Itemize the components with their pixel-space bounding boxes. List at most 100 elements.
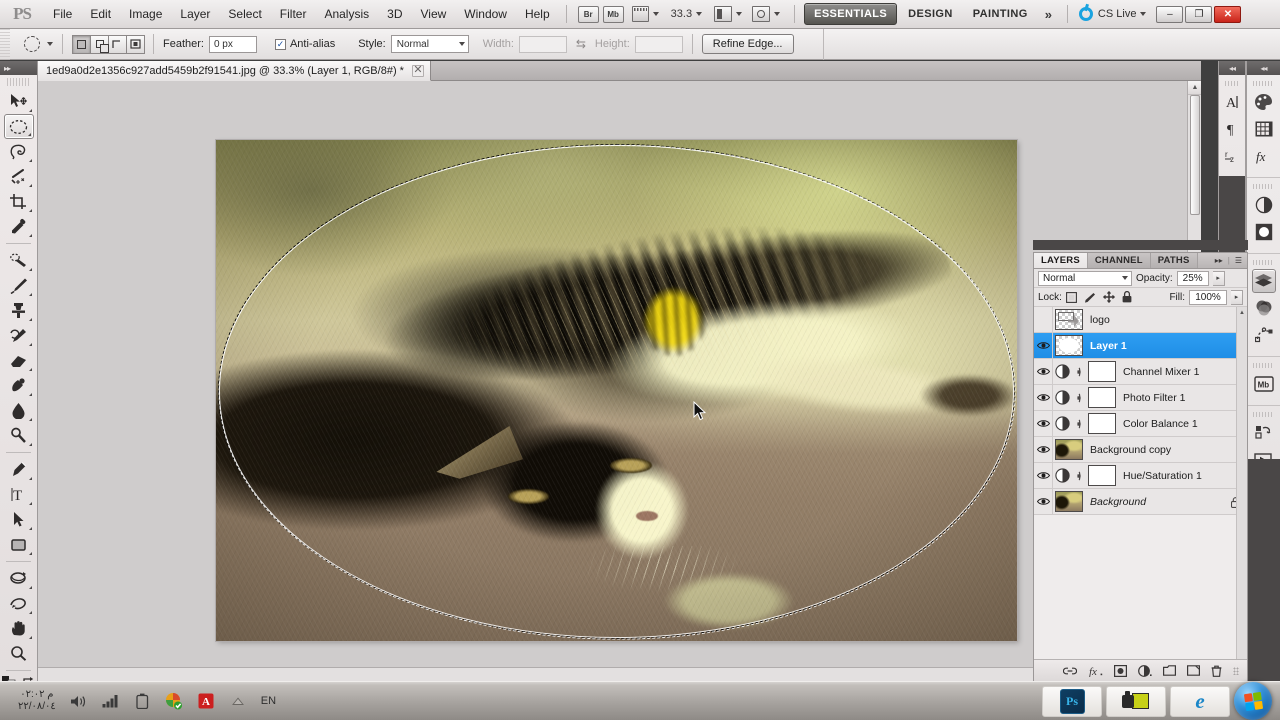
swap-width-height-icon[interactable]: ⇆ bbox=[573, 36, 589, 52]
menu-window[interactable]: Window bbox=[455, 0, 516, 28]
type-dock-collapse-button[interactable]: ◂◂ bbox=[1219, 61, 1245, 75]
link-mask-icon-hue-saturation-1[interactable] bbox=[1072, 463, 1086, 489]
tab-paths[interactable]: PATHS bbox=[1150, 253, 1198, 268]
adjustment-thumbnail-channel-mixer-1[interactable] bbox=[1053, 359, 1072, 385]
workspace-tab-design[interactable]: DESIGN bbox=[899, 4, 962, 24]
layers-group-grip[interactable] bbox=[1253, 260, 1274, 265]
layer-list[interactable]: logo Layer 1 Channel Mixer 1 Photo Filte… bbox=[1034, 307, 1247, 659]
tab-channels[interactable]: CHANNEL bbox=[1087, 253, 1151, 268]
opacity-stepper[interactable]: ▸ bbox=[1212, 270, 1225, 286]
tools-panel-grip[interactable] bbox=[7, 78, 30, 86]
collapse-panel-chevrons-icon[interactable]: ▸▸ bbox=[1215, 256, 1223, 265]
elliptical-marquee-tool[interactable] bbox=[3, 114, 34, 139]
zoom-level-value[interactable]: 33.3 bbox=[671, 8, 692, 20]
document-tab-close-icon[interactable]: ✕ bbox=[411, 64, 424, 77]
visibility-toggle-channel-mixer-1[interactable] bbox=[1034, 358, 1053, 385]
path-selection-tool[interactable] bbox=[4, 507, 34, 532]
paragraph-panel-icon[interactable]: ¶ bbox=[1220, 117, 1244, 141]
visibility-toggle-logo[interactable] bbox=[1034, 307, 1053, 333]
styles-panel-icon[interactable]: fx bbox=[1252, 144, 1276, 168]
layer-row-hue-saturation-1[interactable]: Hue/Saturation 1 bbox=[1034, 462, 1247, 489]
link-mask-icon-color-balance-1[interactable] bbox=[1072, 411, 1086, 437]
new-layer-icon[interactable] bbox=[1187, 665, 1200, 676]
canvas-workspace[interactable]: ▲ ▼ bbox=[38, 81, 1201, 681]
menu-file[interactable]: File bbox=[44, 0, 81, 28]
layer-row-photo-filter-1[interactable]: Photo Filter 1 bbox=[1034, 384, 1247, 411]
new-selection-button[interactable] bbox=[72, 34, 91, 54]
menu-view[interactable]: View bbox=[411, 0, 455, 28]
lock-transparent-pixels-icon[interactable] bbox=[1065, 291, 1077, 303]
quick-selection-tool[interactable] bbox=[4, 164, 34, 189]
zoom-chevron-down-icon[interactable] bbox=[696, 12, 703, 16]
layer-scroll-up-arrow-icon[interactable]: ▲ bbox=[1237, 307, 1247, 318]
arrange-documents-icon[interactable] bbox=[714, 6, 733, 22]
menu-analysis[interactable]: Analysis bbox=[315, 0, 378, 28]
layer-thumbnail-logo[interactable] bbox=[1055, 309, 1083, 330]
internet-explorer-taskbar-button[interactable]: e bbox=[1170, 685, 1230, 717]
screen-mode-icon[interactable] bbox=[752, 6, 771, 22]
brush-tool[interactable] bbox=[4, 273, 34, 298]
visibility-toggle-background[interactable] bbox=[1034, 488, 1053, 515]
paths-panel-icon[interactable] bbox=[1252, 323, 1276, 347]
panel-menu-icon[interactable]: ☰ bbox=[1235, 256, 1242, 265]
visibility-toggle-color-balance-1[interactable] bbox=[1034, 410, 1053, 437]
launch-mini-bridge-button[interactable]: Mb bbox=[602, 5, 624, 23]
layer-thumbnail-background[interactable] bbox=[1055, 491, 1083, 512]
feather-input[interactable]: 0 px bbox=[208, 35, 257, 53]
workspace-more-chevrons-icon[interactable]: » bbox=[1037, 7, 1060, 22]
screen-mode-chevron-down-icon[interactable] bbox=[774, 12, 781, 16]
visibility-toggle-photo-filter-1[interactable] bbox=[1034, 384, 1053, 411]
width-input[interactable] bbox=[518, 35, 567, 53]
mini-bridge-icon[interactable]: Mb bbox=[1252, 372, 1276, 396]
network-icon[interactable] bbox=[101, 692, 120, 711]
refine-edge-button[interactable]: Refine Edge... bbox=[701, 34, 794, 54]
height-input[interactable] bbox=[634, 35, 683, 53]
photoshop-taskbar-button[interactable]: Ps bbox=[1042, 685, 1102, 717]
cs-live-chevron-down-icon[interactable] bbox=[1140, 12, 1147, 16]
fill-stepper[interactable]: ▸ bbox=[1231, 289, 1243, 305]
glyph-panel-icon[interactable]: rz bbox=[1220, 144, 1244, 168]
adjustments-panel-icon[interactable] bbox=[1252, 193, 1276, 217]
visibility-toggle-background-copy[interactable] bbox=[1034, 436, 1053, 463]
tab-layers[interactable]: LAYERS bbox=[1034, 253, 1088, 268]
add-layer-mask-icon[interactable] bbox=[1114, 664, 1127, 677]
adjustment-thumbnail-color-balance-1[interactable] bbox=[1053, 411, 1072, 437]
lock-position-icon[interactable] bbox=[1103, 291, 1115, 303]
type-dock-grip[interactable] bbox=[1225, 81, 1239, 86]
fill-input[interactable]: 100% bbox=[1189, 289, 1227, 305]
pdf-icon[interactable]: A bbox=[197, 692, 216, 711]
subtract-from-selection-button[interactable] bbox=[108, 34, 127, 54]
tool-preset-chevron-down-icon[interactable] bbox=[47, 42, 53, 46]
anti-alias-checkbox[interactable]: ✓ bbox=[274, 38, 286, 50]
style-select[interactable]: Normal bbox=[390, 35, 469, 53]
menu-image[interactable]: Image bbox=[120, 0, 171, 28]
taskbar-clock[interactable]: م ٠٢:٠٢ ٢٢/٠٨/٠٤ bbox=[18, 689, 56, 714]
eyedropper-tool[interactable] bbox=[4, 214, 34, 239]
add-to-selection-button[interactable] bbox=[90, 34, 109, 54]
menu-select[interactable]: Select bbox=[219, 0, 270, 28]
vertical-scroll-thumb[interactable] bbox=[1190, 95, 1200, 215]
adjustment-thumbnail-hue-saturation-1[interactable] bbox=[1053, 463, 1072, 489]
show-hidden-icons-icon[interactable] bbox=[229, 692, 248, 711]
scroll-up-arrow-icon[interactable]: ▲ bbox=[1188, 81, 1201, 95]
tools-panel-collapse-button[interactable]: ▸▸ bbox=[0, 61, 37, 75]
layer-mask-thumbnail-channel-mixer-1[interactable] bbox=[1088, 361, 1116, 382]
move-tool[interactable] bbox=[4, 89, 34, 114]
clone-stamp-tool[interactable] bbox=[4, 298, 34, 323]
lay<er-mask-thumbnail-hue-saturation-1[interactable] bbox=[1088, 465, 1116, 486]
document-tab[interactable]: 1ed9a0d2e1356c927add5459b2f91541.jpg @ 3… bbox=[38, 61, 431, 81]
layer-row-background-copy[interactable]: Background copy bbox=[1034, 436, 1247, 463]
masks-panel-icon[interactable] bbox=[1252, 220, 1276, 244]
layer-row-logo[interactable]: logo bbox=[1034, 307, 1247, 333]
gradient-tool[interactable] bbox=[4, 373, 34, 398]
link-layers-icon[interactable] bbox=[1063, 666, 1077, 676]
link-mask-icon-channel-mixer-1[interactable] bbox=[1072, 359, 1086, 385]
layers-panel-resize-grip[interactable] bbox=[1233, 666, 1239, 675]
layer-thumbnail-layer-1[interactable] bbox=[1055, 335, 1083, 356]
camtasia-taskbar-button[interactable] bbox=[1106, 685, 1166, 717]
adjustment-thumbnail-photo-filter-1[interactable] bbox=[1053, 385, 1072, 411]
close-button[interactable]: ✕ bbox=[1214, 5, 1242, 23]
dodge-tool[interactable] bbox=[4, 423, 34, 448]
color-group-grip[interactable] bbox=[1253, 81, 1274, 86]
blur-tool[interactable] bbox=[4, 398, 34, 423]
